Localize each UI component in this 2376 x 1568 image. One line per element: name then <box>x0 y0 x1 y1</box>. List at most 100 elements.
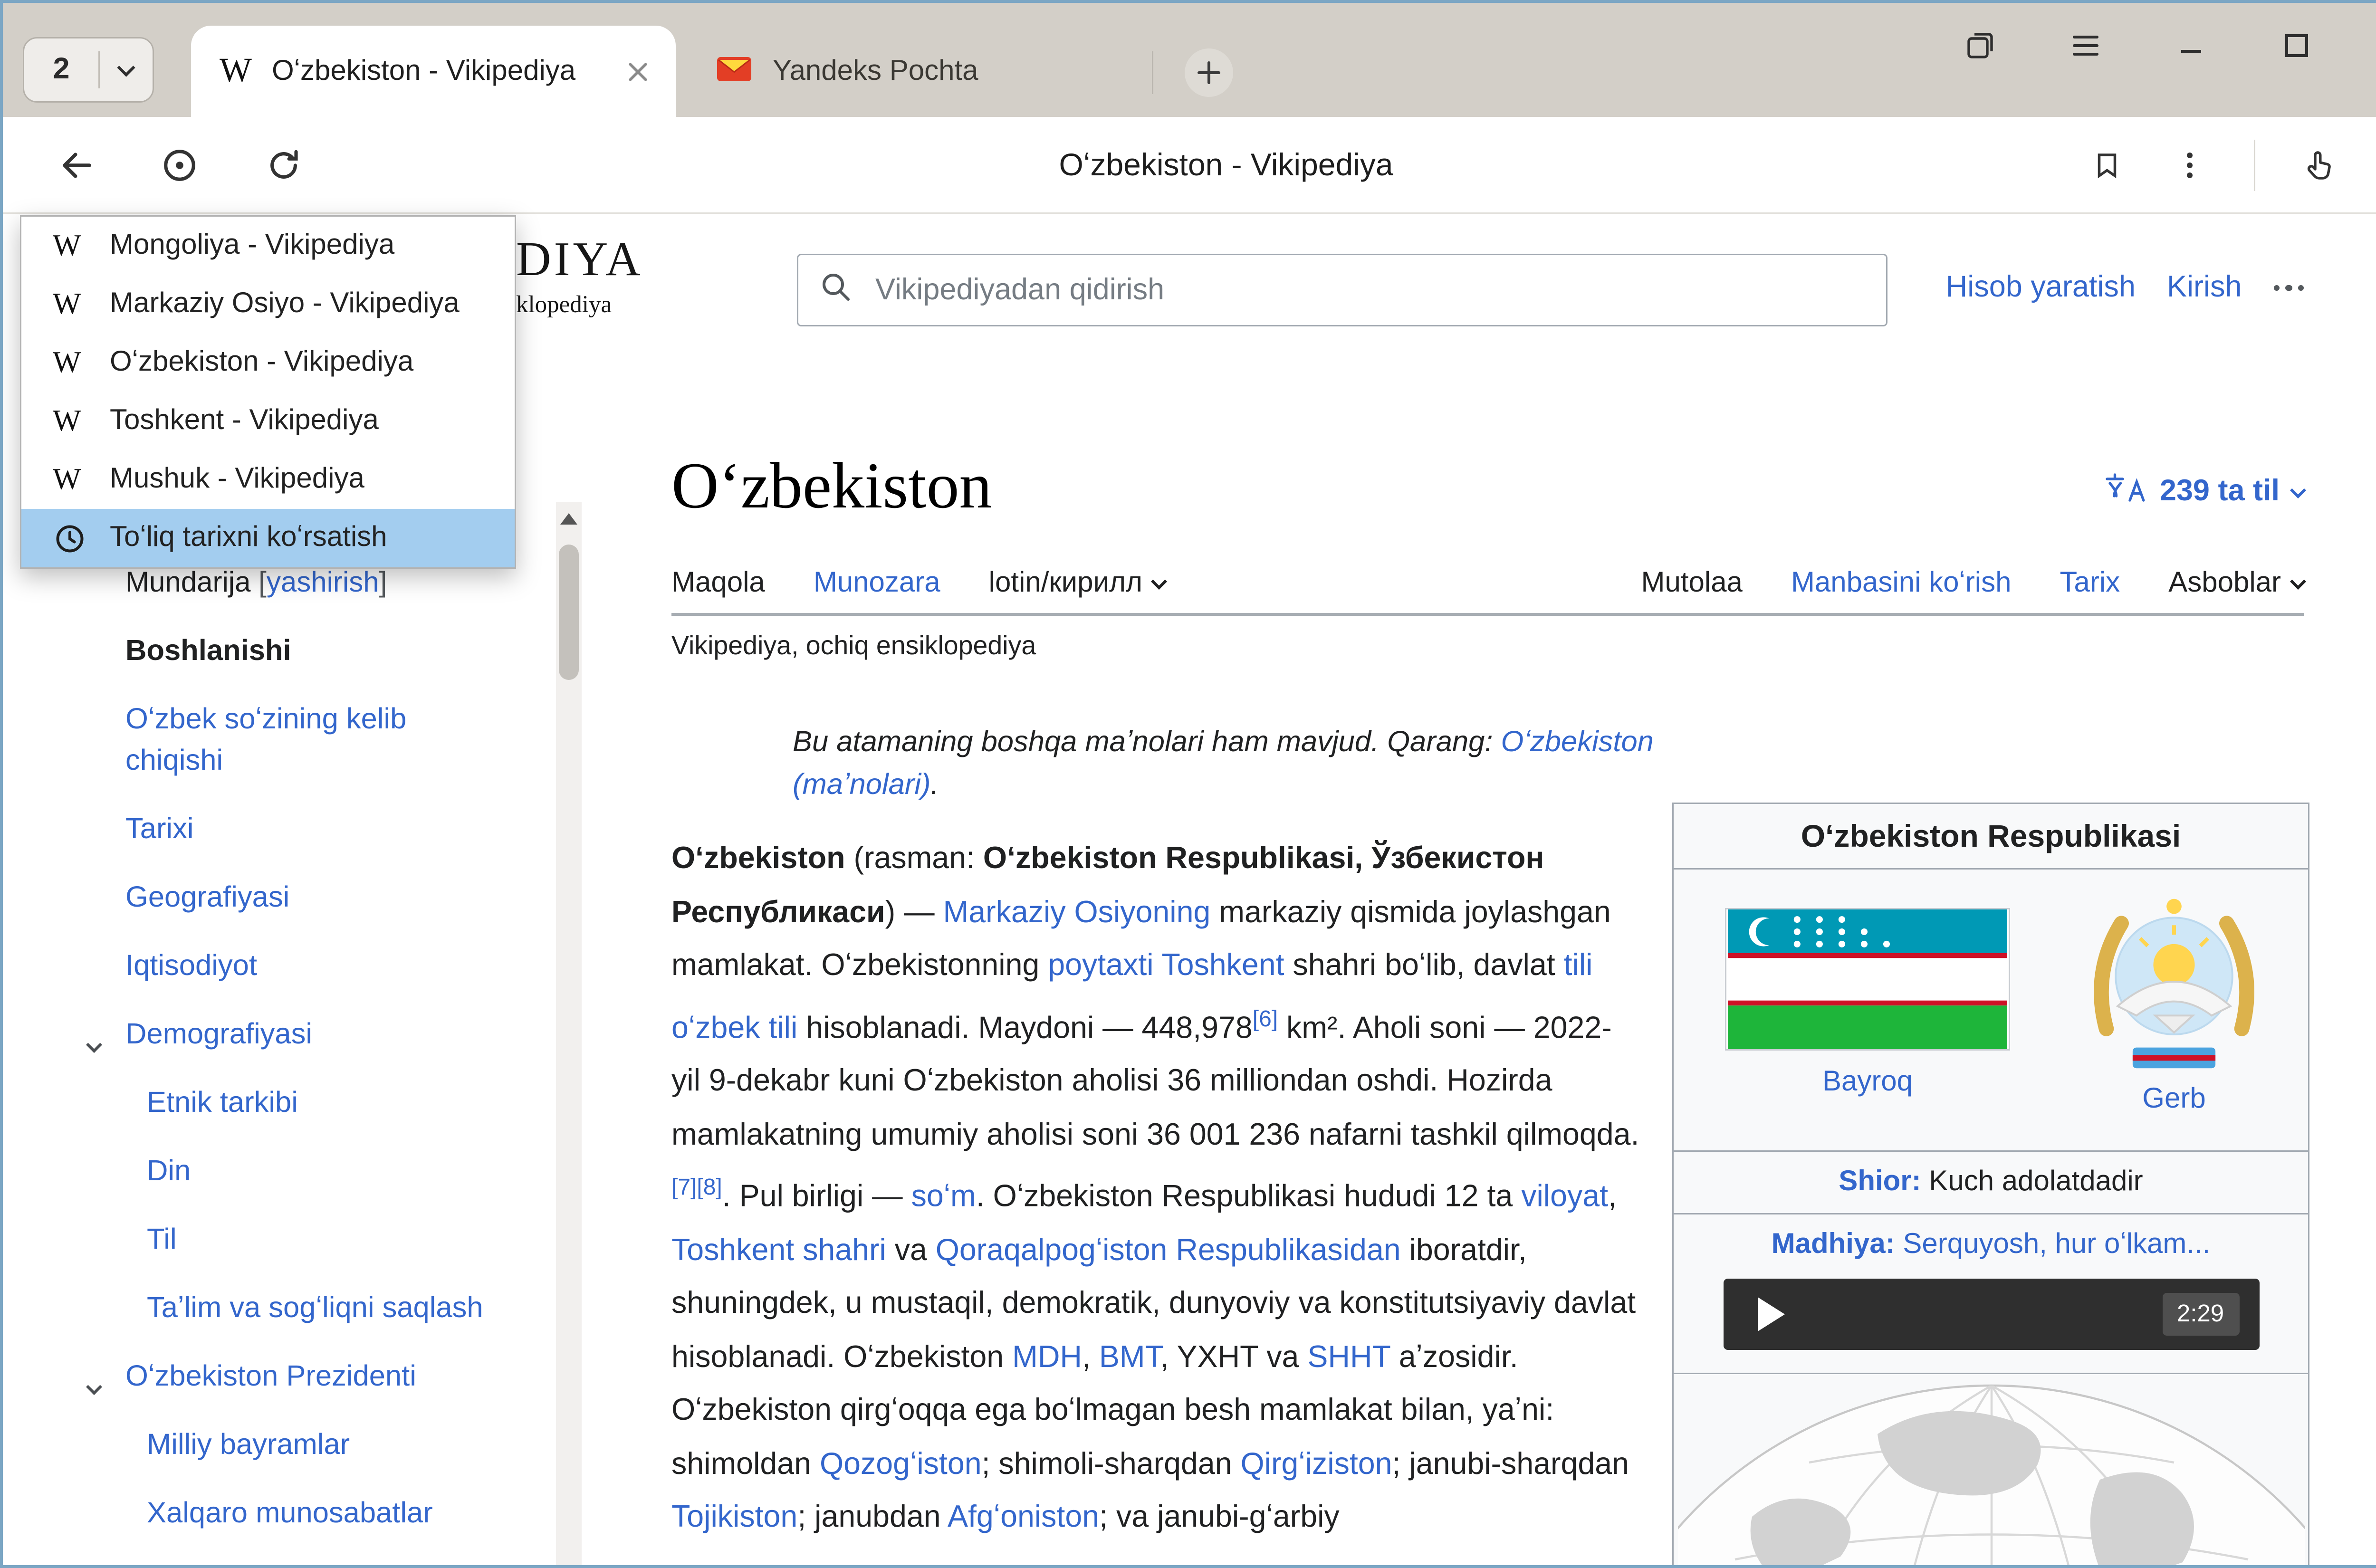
article-link[interactable]: Afgʻoniston <box>948 1500 1099 1534</box>
uzbekistan-emblem-image[interactable] <box>2080 889 2268 1078</box>
article-link[interactable]: Toshkent shahri <box>671 1233 886 1267</box>
article-link[interactable]: Markaziy Osiyoning <box>943 895 1211 929</box>
toc-item[interactable]: Demografiyasi <box>125 1013 496 1055</box>
article-tab-asboblar[interactable]: Asboblar <box>2168 567 2304 613</box>
chevron-down-icon[interactable] <box>88 1021 100 1062</box>
article-tab-munozara[interactable]: Munozara <box>814 567 940 613</box>
history-dropdown-item[interactable]: WMarkaziy Osiyo - Vikipediya <box>21 275 515 334</box>
reload-icon[interactable] <box>262 144 305 187</box>
tabs-panel-icon[interactable] <box>1962 27 1999 64</box>
show-full-history-item[interactable]: Toʻliq tarixni koʻrsatish <box>21 509 515 567</box>
more-options-icon[interactable] <box>2273 285 2304 291</box>
emblem-caption-link[interactable]: Gerb <box>2142 1083 2205 1115</box>
motto-label-link[interactable]: Shior: <box>1839 1166 1921 1197</box>
article-link[interactable]: MDH <box>1012 1339 1082 1374</box>
toc-item-label: Xalqaro munosabatlar <box>147 1497 433 1530</box>
toc-scrollbar[interactable] <box>556 502 582 1565</box>
anthem-label-link[interactable]: Madhiya: <box>1772 1229 1895 1260</box>
article-link[interactable]: Tojikiston <box>671 1500 797 1534</box>
toc-item[interactable]: Til <box>125 1219 496 1260</box>
article-link[interactable]: tili <box>1564 948 1593 982</box>
toc-item-label: Milliy bayramlar <box>147 1428 350 1461</box>
history-item-label: Oʻzbekiston - Vikipediya <box>110 346 413 379</box>
toc-item[interactable]: Milliy bayramlar <box>125 1424 496 1465</box>
article-tab-mutolaa[interactable]: Mutolaa <box>1641 567 1742 616</box>
history-dropdown: WMongoliya - VikipediyaWMarkaziy Osiyo -… <box>20 215 516 569</box>
history-dropdown-item[interactable]: WMongoliya - Vikipediya <box>21 217 515 275</box>
article-link[interactable]: Qirgʻiziston <box>1241 1446 1392 1481</box>
article-link[interactable]: poytaxti <box>1048 948 1153 982</box>
toc-hide-link[interactable]: yashirish <box>267 567 379 599</box>
back-button[interactable] <box>56 144 98 187</box>
article-link[interactable]: SHHT <box>1307 1339 1390 1374</box>
toc-item[interactable]: Iqtisodiyot <box>125 945 496 986</box>
flag-caption-link[interactable]: Bayroq <box>1822 1066 1913 1098</box>
article-link[interactable]: Toshkent <box>1161 948 1284 982</box>
browser-tab-yandex-mail[interactable]: Yandeks Pochta <box>676 26 1146 117</box>
scrollbar-thumb[interactable] <box>559 545 579 680</box>
translate-icon <box>2104 470 2147 513</box>
close-tab-icon[interactable] <box>619 53 656 90</box>
toc-item[interactable]: Geografiyasi <box>125 877 496 918</box>
toc-item[interactable]: Etnik tarkibi <box>125 1082 496 1123</box>
minimize-button[interactable] <box>2173 27 2210 64</box>
toc-item[interactable]: Oʻzbekiston Prezidenti <box>125 1356 496 1397</box>
scroll-up-icon[interactable] <box>560 513 577 525</box>
toc-item-label: Boshlanishi <box>125 634 291 667</box>
article-link[interactable]: oʻzbek tili <box>671 1010 797 1044</box>
toc-item[interactable]: Tarixi <box>125 808 496 850</box>
article-link[interactable]: viloyat <box>1521 1179 1608 1214</box>
wikipedia-logo-fragment[interactable]: DIYA klopediya <box>516 234 643 319</box>
toc-item[interactable]: Din <box>125 1150 496 1192</box>
toc-item[interactable]: Boshlanishi <box>125 630 496 671</box>
toc-item[interactable]: Taʼlim va sogʻliqni saqlash <box>125 1287 496 1329</box>
toc-item[interactable]: Oʻzbek soʻzining kelib chiqishi <box>125 698 496 781</box>
language-selector[interactable]: 239 ta til <box>2104 470 2304 513</box>
bookmark-flag-icon[interactable] <box>2089 147 2126 184</box>
history-dropdown-item[interactable]: WOʻzbekiston - Vikipediya <box>21 334 515 392</box>
browser-tab-active[interactable]: W Oʻzbekiston - Vikipediya <box>191 26 676 117</box>
article-link[interactable]: Qoraqalpogʻiston Respublikasidan <box>936 1233 1401 1267</box>
play-icon[interactable] <box>1757 1297 1784 1331</box>
maximize-button[interactable] <box>2278 27 2315 64</box>
chevron-down-icon[interactable] <box>88 1363 100 1404</box>
browser-window: 2 W Oʻzbekiston - Vikipediya Yandeks Poc… <box>0 0 2376 1568</box>
history-dropdown-item[interactable]: WMushuk - Vikipediya <box>21 450 515 509</box>
uzbekistan-flag-image[interactable] <box>1725 908 2010 1051</box>
history-dropdown-item[interactable]: WToshkent - Vikipediya <box>21 392 515 450</box>
article-tab-maqola[interactable]: Maqola <box>671 567 765 616</box>
toc-item-label: Tarixi <box>125 813 194 845</box>
reference-link[interactable]: [7][8] <box>671 1176 722 1200</box>
article-tab-manbasini-ko-rish[interactable]: Manbasini koʻrish <box>1791 567 2012 613</box>
history-item-label: Mushuk - Vikipediya <box>110 463 364 496</box>
article-tab-tarix[interactable]: Tarix <box>2060 567 2120 613</box>
tab-groups-counter[interactable]: 2 <box>23 37 154 103</box>
article-tabs-left: Maqola Munozara lotin/кирилл <box>671 567 1165 616</box>
toc-item[interactable]: Xalqaro munosabatlar <box>125 1492 496 1534</box>
page-title-toolbar: Oʻzbekiston - Vikipediya <box>3 117 2376 214</box>
toc-item-label: Taʼlim va sogʻliqni saqlash <box>147 1291 483 1324</box>
menu-icon[interactable] <box>2067 27 2104 64</box>
article-link[interactable]: soʻm <box>911 1179 976 1214</box>
article-link[interactable]: BMT <box>1099 1339 1160 1374</box>
hand-icon[interactable] <box>2301 147 2338 184</box>
tab-title: Oʻzbekiston - Vikipediya <box>272 55 619 88</box>
article-tab-lotin-кирилл[interactable]: lotin/кирилл <box>989 567 1165 613</box>
article-tabs-right: Mutolaa Manbasini koʻrish Tarix Asboblar <box>1641 567 2304 616</box>
clock-icon <box>53 521 96 555</box>
alice-assistant-icon[interactable] <box>158 144 201 187</box>
infobox-anthem: Madhiya: Serquyosh, hur oʻlkam... 2:29 <box>1674 1213 2308 1373</box>
toc-item-label: Iqtisodiyot <box>125 949 257 982</box>
wiki-search-bar[interactable] <box>797 254 1887 326</box>
create-account-link[interactable]: Hisob yaratish <box>1946 271 2136 305</box>
site-tagline: Vikipediya, ochiq ensiklopediya <box>671 630 1036 661</box>
audio-player[interactable]: 2:29 <box>1723 1279 2259 1350</box>
new-tab-button[interactable] <box>1185 48 1233 97</box>
reference-link[interactable]: [6] <box>1253 1007 1278 1032</box>
login-link[interactable]: Kirish <box>2167 271 2242 305</box>
article-link[interactable]: Qozogʻiston <box>820 1446 982 1481</box>
search-input[interactable] <box>872 272 1866 309</box>
chevron-down-icon[interactable] <box>100 66 153 74</box>
kebab-menu-icon[interactable] <box>2171 147 2208 184</box>
toc-header: Mundarija [yashirish] <box>125 567 387 600</box>
